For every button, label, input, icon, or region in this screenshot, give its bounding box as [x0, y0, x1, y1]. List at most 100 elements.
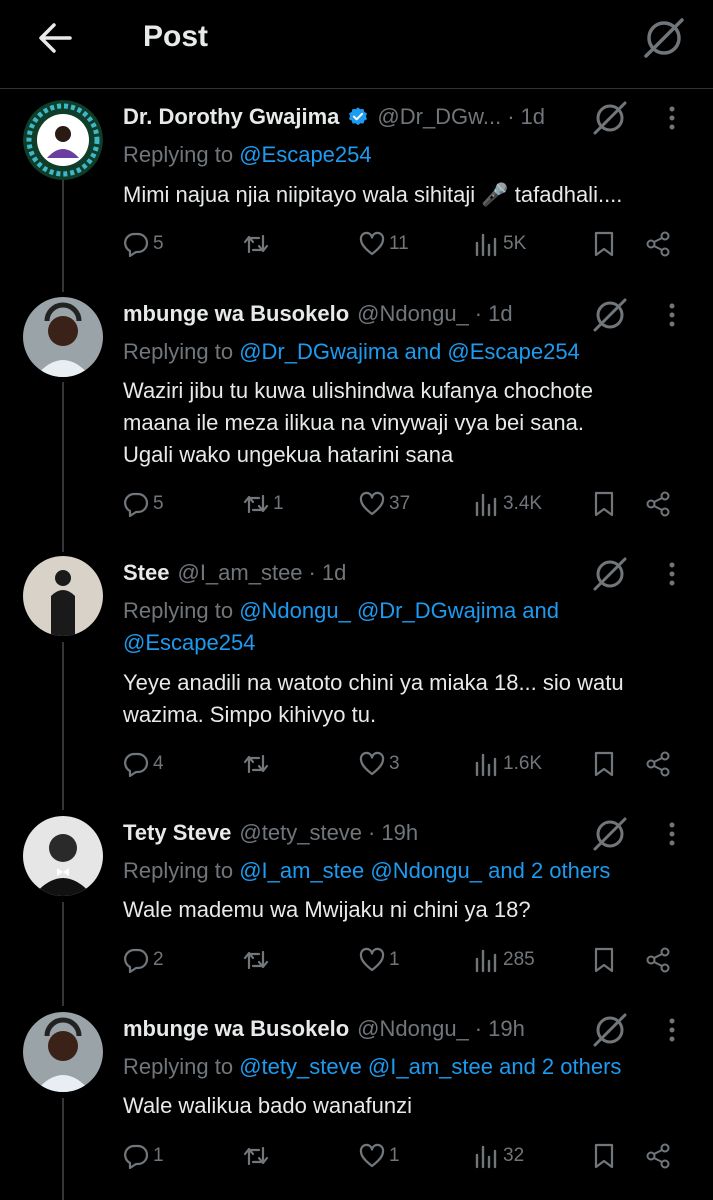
views-button[interactable]: 3.4K [473, 488, 542, 520]
author-handle[interactable]: @Ndongu_ [357, 1016, 469, 1042]
share-button[interactable] [645, 748, 671, 780]
author-handle[interactable]: @tety_steve [239, 820, 362, 846]
mention-link[interactable]: @Escape254 [239, 142, 371, 167]
more-options-icon[interactable] [660, 301, 684, 329]
back-arrow-icon[interactable] [34, 20, 74, 56]
replying-to-continued: @Escape254 [123, 627, 255, 659]
post-time[interactable]: 19h [488, 1016, 525, 1042]
share-icon [646, 491, 670, 517]
mention-link[interactable]: @tety_steve @I_am_stee and 2 others [239, 1054, 621, 1079]
bookmark-button[interactable] [591, 488, 617, 520]
bookmark-button[interactable] [591, 228, 617, 260]
replying-to: Replying to @I_am_stee @Ndongu_ and 2 ot… [123, 858, 611, 883]
avatar[interactable] [23, 1012, 103, 1092]
more-options-icon[interactable] [660, 104, 684, 132]
reply-icon [124, 1144, 149, 1169]
post[interactable]: mbunge wa Busokelo @Ndongu_ · 19h Replyi… [0, 1012, 713, 1187]
mention-link[interactable]: @Escape254 [123, 630, 255, 655]
post-time[interactable]: 1d [488, 301, 512, 327]
avatar[interactable] [23, 297, 103, 377]
author-name[interactable]: Tety Steve [123, 820, 231, 846]
share-button[interactable] [645, 228, 671, 260]
views-button[interactable]: 1.6K [473, 748, 542, 780]
views-count: 3.4K [503, 493, 543, 514]
post[interactable]: mbunge wa Busokelo @Ndongu_ · 1d Replyin… [0, 297, 713, 527]
more-options-icon[interactable] [660, 1016, 684, 1044]
reply-icon [124, 752, 149, 777]
avatar[interactable] [23, 816, 103, 896]
like-button[interactable]: 11 [359, 228, 409, 260]
repost-button[interactable] [243, 1140, 273, 1172]
repost-button[interactable]: 1 [243, 488, 284, 520]
reply-icon [124, 232, 149, 257]
bookmark-icon [594, 1143, 614, 1169]
repost-button[interactable] [243, 944, 273, 976]
like-button[interactable]: 3 [359, 748, 400, 780]
avatar[interactable] [23, 556, 103, 636]
reply-button[interactable]: 5 [123, 228, 164, 260]
separator-dot: · [308, 560, 316, 585]
views-button[interactable]: 285 [473, 944, 535, 976]
reply-button[interactable]: 1 [123, 1140, 164, 1172]
share-icon [646, 947, 670, 973]
reply-count: 2 [153, 949, 164, 970]
separator-dot: · [474, 1016, 483, 1041]
views-chart-icon [475, 233, 497, 257]
more-options-icon[interactable] [660, 560, 684, 588]
post-time[interactable]: 19h [381, 820, 418, 846]
views-count: 285 [503, 949, 535, 970]
grok-icon[interactable] [590, 297, 630, 333]
mention-link[interactable]: @Dr_DGwajima and @Escape254 [239, 339, 580, 364]
reply-button[interactable]: 5 [123, 488, 164, 520]
author-handle[interactable]: @Dr_DGw... [377, 104, 501, 130]
author-handle[interactable]: @I_am_stee [177, 560, 302, 586]
grok-icon[interactable] [590, 556, 630, 592]
share-button[interactable] [645, 488, 671, 520]
reply-button[interactable]: 2 [123, 944, 164, 976]
post[interactable]: Tety Steve @tety_steve · 19h Replying to… [0, 816, 713, 986]
grok-icon[interactable] [640, 16, 688, 60]
mention-link[interactable]: @Ndongu_ @Dr_DGwajima and [239, 598, 559, 623]
avatar[interactable] [23, 100, 103, 180]
author-handle[interactable]: @Ndongu_ [357, 301, 469, 327]
bookmark-button[interactable] [591, 1140, 617, 1172]
replying-to: Replying to @Dr_DGwajima and @Escape254 [123, 339, 580, 364]
bookmark-button[interactable] [591, 748, 617, 780]
share-button[interactable] [645, 1140, 671, 1172]
like-count: 3 [389, 753, 400, 774]
post-time[interactable]: 1d [322, 560, 346, 586]
share-icon [646, 751, 670, 777]
author-name[interactable]: mbunge wa Busokelo [123, 301, 349, 327]
like-button[interactable]: 1 [359, 944, 400, 976]
more-options-icon[interactable] [660, 820, 684, 848]
repost-icon [243, 950, 269, 970]
grok-icon[interactable] [590, 816, 630, 852]
bookmark-button[interactable] [591, 944, 617, 976]
mention-link[interactable]: @I_am_stee @Ndongu_ and 2 others [239, 858, 610, 883]
share-button[interactable] [645, 944, 671, 976]
author-name[interactable]: Stee [123, 560, 169, 586]
author-name[interactable]: Dr. Dorothy Gwajima [123, 104, 339, 130]
page-title: Post [143, 20, 209, 53]
repost-icon [243, 1146, 269, 1166]
bookmark-icon [594, 751, 614, 777]
author-name[interactable]: mbunge wa Busokelo [123, 1016, 349, 1042]
reply-button[interactable]: 4 [123, 748, 164, 780]
grok-icon[interactable] [590, 1012, 630, 1048]
post[interactable]: Stee @I_am_stee · 1d Replying to @Ndongu… [0, 556, 713, 786]
views-button[interactable]: 5K [473, 228, 526, 260]
like-count: 1 [389, 949, 400, 970]
grok-icon[interactable] [590, 100, 630, 136]
views-button[interactable]: 32 [473, 1140, 524, 1172]
top-bar: Post [0, 0, 713, 89]
post-time[interactable]: 1d [521, 104, 545, 130]
repost-button[interactable] [243, 228, 273, 260]
like-button[interactable]: 1 [359, 1140, 400, 1172]
verified-badge-icon [349, 107, 368, 126]
like-button[interactable]: 37 [359, 488, 410, 520]
reply-count: 1 [153, 1145, 164, 1166]
separator-dot: · [474, 301, 483, 326]
post[interactable]: Dr. Dorothy Gwajima @Dr_DGw... · 1d Repl… [0, 100, 713, 280]
repost-button[interactable] [243, 748, 273, 780]
repost-icon [243, 754, 269, 774]
